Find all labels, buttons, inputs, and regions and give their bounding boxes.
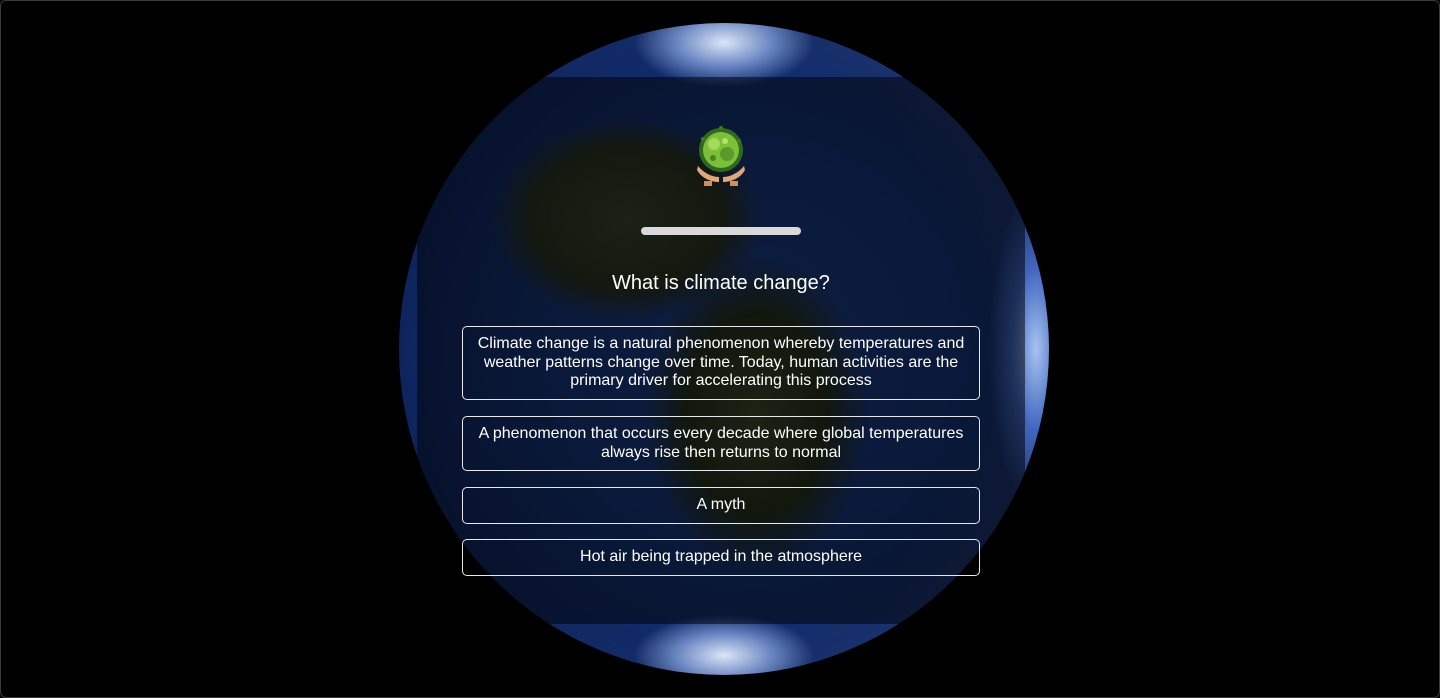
quiz-progress-bar: [641, 227, 801, 235]
answer-option-label: Hot air being trapped in the atmosphere: [580, 548, 862, 566]
answer-option-label: Climate change is a natural phenomenon w…: [477, 335, 965, 390]
earth-in-hands-icon: [695, 125, 747, 187]
question-text: What is climate change?: [612, 272, 830, 294]
answer-option-2[interactable]: A phenomenon that occurs every decade wh…: [462, 416, 980, 471]
quiz-progress-fill: [641, 227, 801, 235]
answer-option-1[interactable]: Climate change is a natural phenomenon w…: [462, 326, 980, 400]
answer-option-3[interactable]: A myth: [462, 487, 980, 524]
answer-option-label: A phenomenon that occurs every decade wh…: [478, 425, 964, 461]
answer-option-label: A myth: [696, 496, 746, 514]
app-window: What is climate change? Climate change i…: [0, 0, 1440, 698]
answer-option-4[interactable]: Hot air being trapped in the atmosphere: [462, 539, 980, 576]
